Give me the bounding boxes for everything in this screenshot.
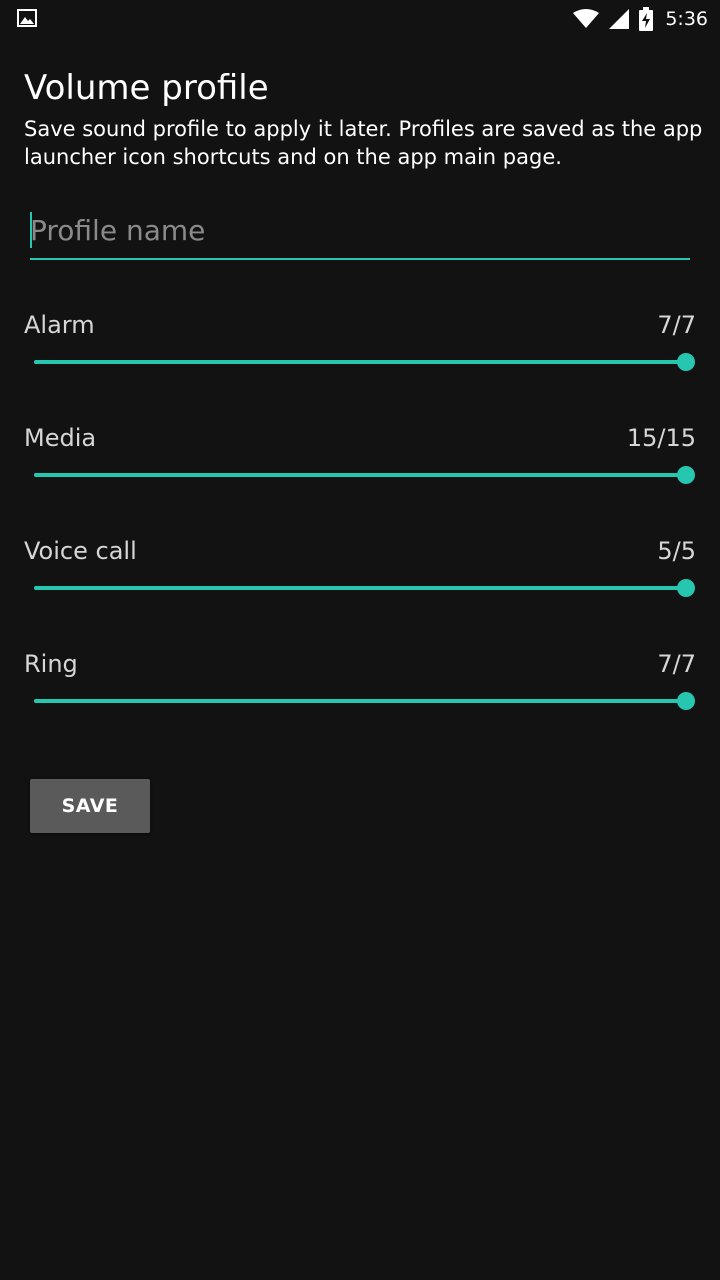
status-time: 5:36 (665, 8, 708, 30)
slider-fill (34, 586, 686, 590)
page-description: Save sound profile to apply it later. Pr… (24, 117, 703, 169)
status-icons: 5:36 (573, 5, 708, 33)
volume-label: Media (24, 424, 97, 452)
alarm-volume-slider[interactable] (34, 350, 695, 374)
wifi-icon (573, 9, 600, 29)
slider-fill (34, 360, 686, 364)
slider-fill (34, 473, 686, 477)
volume-row-alarm: Alarm 7/7 (0, 310, 720, 410)
slider-fill (34, 699, 686, 703)
battery-charging-icon (639, 7, 654, 31)
profile-name-field (30, 206, 690, 260)
profile-name-input[interactable] (30, 206, 690, 260)
cell-signal-icon (609, 9, 630, 29)
media-volume-slider[interactable] (34, 463, 695, 487)
volume-label: Alarm (24, 311, 95, 339)
slider-thumb[interactable] (677, 579, 695, 597)
volume-row-ring: Ring 7/7 (0, 649, 720, 749)
volume-label: Ring (24, 650, 78, 678)
volume-value: 5/5 (657, 537, 696, 565)
image-notification-icon (17, 9, 37, 31)
slider-thumb[interactable] (677, 692, 695, 710)
volume-value: 15/15 (626, 424, 696, 452)
volume-value: 7/7 (657, 311, 696, 339)
slider-thumb[interactable] (677, 353, 695, 371)
slider-thumb[interactable] (677, 466, 695, 484)
save-button[interactable]: SAVE (30, 779, 150, 833)
volume-row-voice-call: Voice call 5/5 (0, 536, 720, 636)
volume-label: Voice call (24, 537, 137, 565)
voice-call-volume-slider[interactable] (34, 576, 695, 600)
ring-volume-slider[interactable] (34, 689, 695, 713)
text-cursor (30, 212, 32, 248)
page-title: Volume profile (24, 68, 269, 108)
status-bar: 5:36 (0, 0, 720, 38)
volume-row-media: Media 15/15 (0, 423, 720, 523)
volume-profile-screen: 5:36 Volume profile Save sound profile t… (0, 0, 720, 1280)
volume-value: 7/7 (657, 650, 696, 678)
